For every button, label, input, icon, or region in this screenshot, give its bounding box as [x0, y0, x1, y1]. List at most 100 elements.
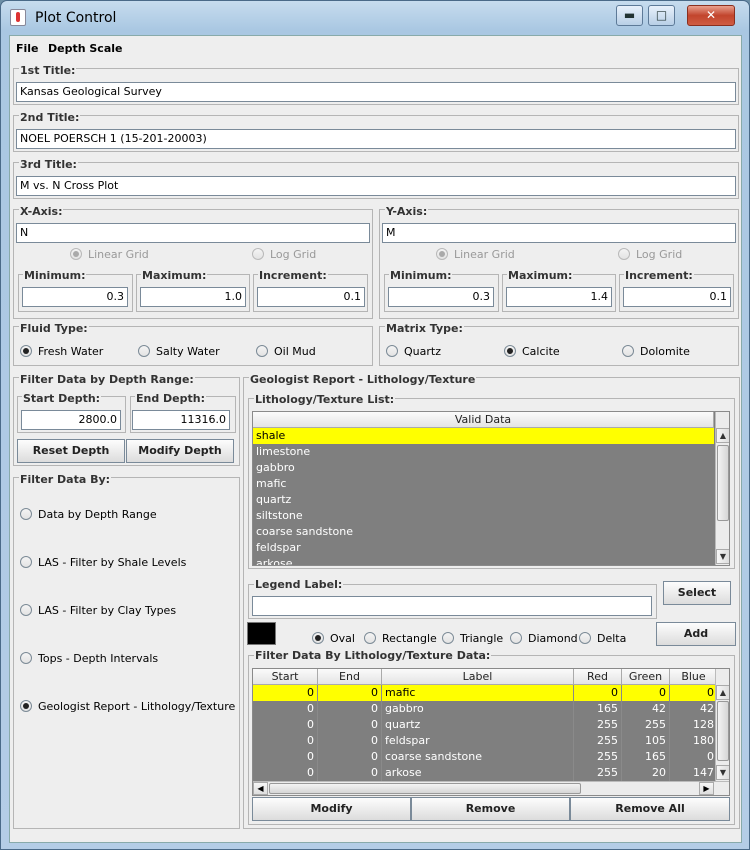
table-row[interactable]: 0 0 arkose 255 20 147: [253, 765, 718, 781]
oval-radio[interactable]: Oval: [312, 632, 355, 645]
diamond-radio[interactable]: Diamond: [510, 632, 578, 645]
y-increment-label: Increment:: [624, 269, 694, 282]
valid-data-header[interactable]: Valid Data: [253, 412, 714, 428]
las-shale-levels-radio[interactable]: LAS - Filter by Shale Levels: [20, 556, 186, 569]
scroll-down-icon[interactable]: ▼: [716, 549, 729, 564]
second-title-label: 2nd Title:: [19, 111, 81, 124]
list-item[interactable]: arkose: [253, 556, 714, 565]
first-title-field[interactable]: Kansas Geological Survey: [16, 82, 736, 102]
modify-depth-button[interactable]: Modify Depth: [126, 439, 234, 463]
filter-table-label: Filter Data By Lithology/Texture Data:: [254, 649, 492, 662]
second-title-field[interactable]: NOEL POERSCH 1 (15-201-20003): [16, 129, 736, 149]
plot-control-window: Plot Control ▬ □ ✕ File Depth Scale 1st …: [0, 0, 750, 850]
end-depth-field[interactable]: 11316.0: [132, 410, 230, 430]
quartz-radio[interactable]: Quartz: [386, 345, 441, 358]
remove-button[interactable]: Remove: [411, 797, 570, 821]
y-maximum-field[interactable]: 1.4: [506, 287, 612, 307]
list-item[interactable]: shale: [253, 428, 714, 444]
dolomite-radio[interactable]: Dolomite: [622, 345, 690, 358]
matrix-type-label: Matrix Type:: [385, 322, 464, 335]
third-title-field[interactable]: M vs. N Cross Plot: [16, 176, 736, 196]
col-end-header[interactable]: End: [318, 669, 382, 685]
lithology-data-table[interactable]: Start End Label Red Green Blue 0 0 mafic…: [252, 668, 730, 796]
y-minimum-label: Minimum:: [389, 269, 453, 282]
y-log-grid-radio[interactable]: Log Grid: [618, 248, 682, 261]
col-green-header[interactable]: Green: [622, 669, 670, 685]
table-row[interactable]: 0 0 quartz 255 255 128: [253, 717, 718, 733]
salty-water-radio[interactable]: Salty Water: [138, 345, 220, 358]
y-minimum-field[interactable]: 0.3: [388, 287, 494, 307]
y-linear-grid-radio[interactable]: Linear Grid: [436, 248, 515, 261]
table-row[interactable]: 0 0 gabbro 165 42 42: [253, 701, 718, 717]
scroll-up-icon[interactable]: ▲: [716, 685, 729, 700]
list-item[interactable]: feldspar: [253, 540, 714, 556]
menu-depth-scale[interactable]: Depth Scale: [48, 42, 122, 55]
close-button[interactable]: ✕: [687, 5, 735, 26]
scroll-thumb[interactable]: [717, 701, 729, 761]
calcite-radio[interactable]: Calcite: [504, 345, 560, 358]
title-bar[interactable]: Plot Control ▬ □ ✕: [1, 1, 749, 35]
start-depth-field[interactable]: 2800.0: [21, 410, 121, 430]
scroll-right-icon[interactable]: ▶: [699, 782, 714, 795]
list-item[interactable]: quartz: [253, 492, 714, 508]
table-row[interactable]: 0 0 feldspar 255 105 180: [253, 733, 718, 749]
scroll-thumb[interactable]: [269, 783, 581, 794]
list-item[interactable]: coarse sandstone: [253, 524, 714, 540]
y-axis-label: Y-Axis:: [385, 205, 429, 218]
x-linear-grid-radio[interactable]: Linear Grid: [70, 248, 149, 261]
col-red-header[interactable]: Red: [574, 669, 622, 685]
x-minimum-field[interactable]: 0.3: [22, 287, 128, 307]
content-pane: File Depth Scale 1st Title: Kansas Geolo…: [9, 35, 742, 843]
fluid-type-label: Fluid Type:: [19, 322, 89, 335]
x-maximum-field[interactable]: 1.0: [140, 287, 246, 307]
x-log-grid-radio[interactable]: Log Grid: [252, 248, 316, 261]
list-item[interactable]: gabbro: [253, 460, 714, 476]
table-horizontal-scrollbar[interactable]: ◀ ▶: [253, 781, 729, 795]
col-label-header[interactable]: Label: [382, 669, 574, 685]
menu-bar: File Depth Scale: [10, 36, 741, 62]
las-clay-types-radio[interactable]: LAS - Filter by Clay Types: [20, 604, 176, 617]
add-button[interactable]: Add: [656, 622, 736, 646]
menu-file[interactable]: File: [16, 42, 39, 55]
col-start-header[interactable]: Start: [253, 669, 318, 685]
table-row[interactable]: 0 0 mafic 0 0 0: [253, 685, 718, 701]
tops-depth-intervals-radio[interactable]: Tops - Depth Intervals: [20, 652, 158, 665]
scroll-up-icon[interactable]: ▲: [716, 428, 729, 443]
first-title-label: 1st Title:: [19, 64, 77, 77]
col-blue-header[interactable]: Blue: [670, 669, 718, 685]
delta-radio[interactable]: Delta: [579, 632, 626, 645]
table-vertical-scrollbar[interactable]: ▲ ▼: [715, 669, 729, 795]
x-axis-field[interactable]: N: [16, 223, 370, 243]
rectangle-radio[interactable]: Rectangle: [364, 632, 437, 645]
triangle-radio[interactable]: Triangle: [442, 632, 503, 645]
filter-data-by-label: Filter Data By:: [19, 473, 112, 486]
list-item[interactable]: mafic: [253, 476, 714, 492]
select-button[interactable]: Select: [663, 581, 731, 605]
y-increment-field[interactable]: 0.1: [623, 287, 731, 307]
lithology-list[interactable]: Valid Data shale limestone gabbro mafic …: [252, 411, 730, 566]
fresh-water-radio[interactable]: Fresh Water: [20, 345, 103, 358]
scroll-left-icon[interactable]: ◀: [253, 782, 268, 795]
java-icon: [10, 9, 26, 26]
legend-label-field[interactable]: [252, 596, 652, 616]
list-item[interactable]: siltstone: [253, 508, 714, 524]
scroll-thumb[interactable]: [717, 445, 729, 521]
x-increment-field[interactable]: 0.1: [257, 287, 365, 307]
reset-depth-button[interactable]: Reset Depth: [17, 439, 125, 463]
y-axis-field[interactable]: M: [382, 223, 736, 243]
remove-all-button[interactable]: Remove All: [570, 797, 730, 821]
scroll-down-icon[interactable]: ▼: [716, 765, 729, 780]
oil-mud-radio[interactable]: Oil Mud: [256, 345, 316, 358]
list-vertical-scrollbar[interactable]: ▲ ▼: [715, 412, 729, 565]
geologist-report-label: Geologist Report - Lithology/Texture: [249, 373, 477, 386]
modify-button[interactable]: Modify: [252, 797, 411, 821]
data-by-depth-range-radio[interactable]: Data by Depth Range: [20, 508, 157, 521]
legend-color-swatch[interactable]: [247, 622, 276, 645]
x-maximum-label: Maximum:: [141, 269, 208, 282]
third-title-label: 3rd Title:: [19, 158, 78, 171]
list-item[interactable]: limestone: [253, 444, 714, 460]
minimize-button[interactable]: ▬: [616, 5, 643, 26]
maximize-button[interactable]: □: [648, 5, 675, 26]
table-row[interactable]: 0 0 coarse sandstone 255 165 0: [253, 749, 718, 765]
geologist-report-radio[interactable]: Geologist Report - Lithology/Texture: [20, 700, 235, 713]
